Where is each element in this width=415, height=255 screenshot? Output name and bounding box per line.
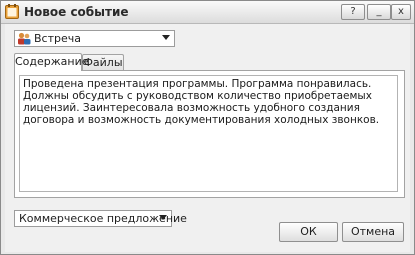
dialog-window: Новое событие ? _ x Встреча Содержание Ф… xyxy=(0,0,415,255)
window-title: Новое событие xyxy=(24,5,129,19)
ok-button[interactable]: ОК xyxy=(279,222,338,242)
event-app-icon xyxy=(5,4,19,19)
event-type-select[interactable]: Встреча xyxy=(14,30,175,47)
people-meeting-icon xyxy=(18,32,31,45)
tab-content[interactable]: Содержание xyxy=(14,53,89,71)
event-type-value: Встреча xyxy=(34,32,81,45)
help-button[interactable]: ? xyxy=(341,4,365,20)
cancel-button[interactable]: Отмена xyxy=(342,222,404,242)
minimize-button[interactable]: _ xyxy=(367,4,391,20)
category-select[interactable]: Коммерческое предложение xyxy=(14,210,187,227)
tab-panel: Проведена презентация программы. Програм… xyxy=(14,70,405,198)
chevron-down-icon[interactable] xyxy=(159,215,167,220)
dialog-content: Встреча Содержание Файлы Проведена презе… xyxy=(5,24,410,252)
close-button[interactable]: x xyxy=(391,4,411,20)
content-textarea[interactable]: Проведена презентация программы. Програм… xyxy=(19,75,398,192)
title-bar[interactable]: Новое событие ? _ x xyxy=(1,1,414,24)
chevron-down-icon[interactable] xyxy=(162,35,170,40)
